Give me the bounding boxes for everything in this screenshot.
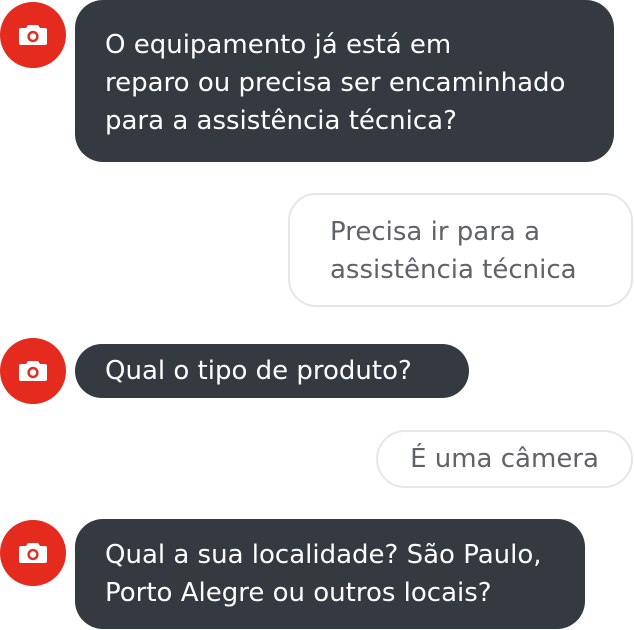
- bot-message-bubble: O equipamento já está em reparo ou preci…: [75, 0, 614, 162]
- bot-avatar: [0, 520, 66, 586]
- bot-message-bubble: Qual a sua localidade? São Paulo, Porto …: [75, 519, 585, 629]
- bot-message-text: Qual o tipo de produto?: [105, 356, 412, 386]
- user-reply-bubble[interactable]: Precisa ir para a assistência técnica: [288, 193, 633, 307]
- bot-message-bubble: Qual o tipo de produto?: [75, 344, 469, 398]
- camera-icon: [19, 543, 47, 563]
- user-reply-text: É uma câmera: [410, 444, 599, 474]
- user-reply-bubble[interactable]: É uma câmera: [376, 430, 633, 488]
- bot-avatar: [0, 338, 66, 404]
- user-reply-text: Precisa ir para a assistência técnica: [330, 217, 577, 285]
- camera-icon: [19, 25, 47, 45]
- bot-message-text: O equipamento já está em reparo ou preci…: [105, 30, 566, 136]
- camera-icon: [19, 361, 47, 381]
- bot-message-text: Qual a sua localidade? São Paulo, Porto …: [105, 540, 542, 608]
- bot-avatar: [0, 2, 66, 68]
